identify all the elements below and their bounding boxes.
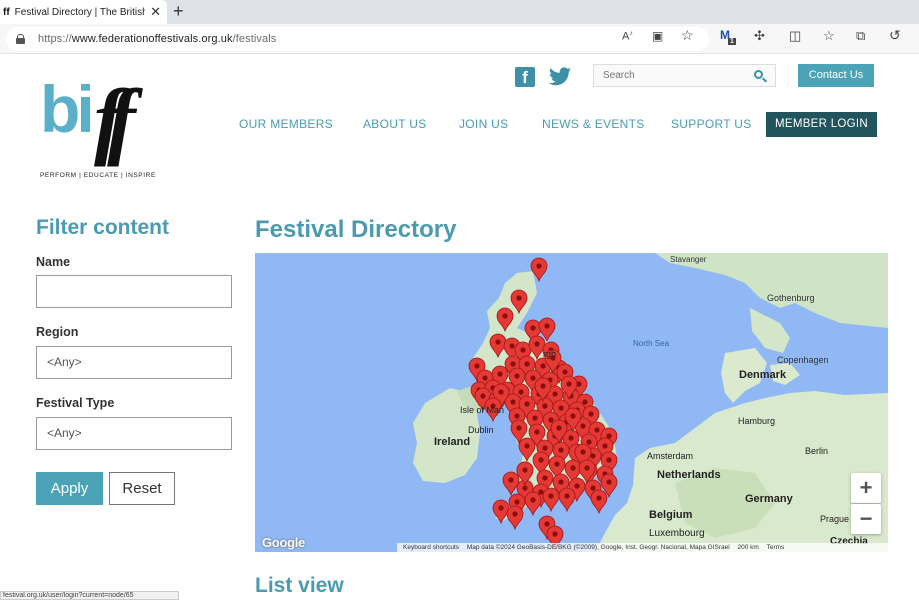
map-label-copenhagen: Copenhagen (777, 355, 829, 365)
nav-about-us[interactable]: ABOUT US (363, 117, 427, 131)
name-label: Name (36, 255, 71, 269)
site-favicon-icon: ff (3, 6, 10, 18)
read-aloud-icon[interactable]: A♪ (622, 30, 633, 43)
map-label-dublin: Dublin (468, 425, 494, 435)
nav-support-us[interactable]: SUPPORT US (671, 117, 752, 131)
address-bar[interactable]: https://www.federationoffestivals.org.uk… (6, 27, 709, 51)
festival-map-pin-icon[interactable] (518, 437, 536, 463)
festival-map-pin-icon[interactable] (502, 471, 520, 497)
apply-button[interactable]: Apply (36, 472, 103, 505)
festival-map-pin-icon[interactable] (506, 505, 524, 531)
festival-map-pin-icon[interactable] (590, 489, 608, 515)
festival-map-pin-icon[interactable] (516, 461, 534, 487)
map-label-north-sea: North Sea (633, 339, 670, 348)
nav-our-members[interactable]: OUR MEMBERS (239, 117, 333, 131)
map-label-luxembourg: Luxembourg (649, 528, 705, 539)
status-bar-url: festival.org.uk/user/login?current=node/… (0, 591, 179, 600)
close-tab-icon[interactable]: ✕ (150, 4, 161, 20)
lock-icon[interactable] (16, 34, 25, 44)
logo-bi-text: bi (40, 72, 95, 146)
map-label-berlin: Berlin (805, 446, 829, 456)
name-input[interactable] (36, 275, 232, 308)
google-logo[interactable]: Google (262, 535, 305, 550)
map-scale[interactable]: 200 km (738, 544, 759, 551)
list-view-heading: List view (255, 574, 344, 597)
browser-tab-bar: ff Festival Directory | The British and … (0, 0, 919, 24)
favorites-list-icon[interactable]: ☆ (823, 28, 835, 44)
festival-map-pin-icon[interactable] (524, 491, 542, 517)
browser-tab[interactable]: ff Festival Directory | The British and … (0, 0, 167, 24)
page-title: Festival Directory (255, 216, 457, 243)
zoom-out-button[interactable]: − (851, 504, 881, 534)
site-search (593, 64, 776, 87)
map-label-denmark: Denmark (739, 369, 787, 381)
history-icon[interactable]: ↺ (889, 27, 901, 44)
map-label-hamburg: Hamburg (738, 416, 776, 426)
new-tab-button[interactable]: + (173, 1, 184, 21)
extensions-puzzle-icon[interactable]: ✣ (754, 28, 765, 44)
region-label: Region (36, 325, 79, 339)
member-login-button[interactable]: MEMBER LOGIN (766, 112, 877, 137)
contact-us-button[interactable]: Contact Us (798, 64, 874, 87)
favorite-star-icon[interactable]: ☆ (681, 27, 694, 44)
map-label-belgium: Belgium (649, 509, 693, 521)
nav-join-us[interactable]: JOIN US (459, 117, 508, 131)
map-data-attribution: Map data ©2024 GeoBasis-DE/BKG (©2009), … (466, 544, 730, 551)
map-label-edinburgh-fragment: rgh (543, 349, 557, 359)
festival-map-pin-icon[interactable] (542, 487, 560, 513)
zoom-in-button[interactable]: + (851, 473, 881, 503)
search-input[interactable] (594, 65, 744, 86)
facebook-icon[interactable]: f (515, 67, 535, 87)
website: bi ff PERFORM | EDUCATE | INSPIRE f Cont… (0, 55, 919, 600)
collections-icon[interactable]: ⧉ (856, 28, 865, 44)
url-text[interactable]: https://www.federationoffestivals.org.uk… (38, 33, 276, 45)
map-terms-link[interactable]: Terms (767, 544, 785, 551)
map-label-amsterdam: Amsterdam (647, 451, 694, 461)
festival-map-pin-icon[interactable] (558, 487, 576, 513)
address-bar-row: https://www.federationoffestivals.org.uk… (0, 24, 919, 54)
festival-map-pin-icon[interactable] (510, 289, 528, 315)
map-label-stavanger: Stavanger (670, 255, 707, 264)
festival-map-pin-icon[interactable] (496, 307, 514, 333)
logo-tagline: PERFORM | EDUCATE | INSPIRE (40, 172, 156, 179)
nav-news-events[interactable]: NEWS & EVENTS (542, 117, 645, 131)
map-attribution-bar: Keyboard shortcuts Map data ©2024 GeoBas… (397, 543, 888, 552)
bfff-logo[interactable]: bi ff (40, 69, 160, 184)
map-label-isle-of-man: Isle of Man (460, 405, 505, 415)
festival-map-pin-icon[interactable] (489, 333, 507, 359)
keyboard-shortcuts-link[interactable]: Keyboard shortcuts (403, 544, 459, 551)
map-label-ireland: Ireland (434, 436, 471, 448)
malwarebytes-extension-icon[interactable]: M1 (720, 28, 736, 45)
split-screen-icon[interactable]: ◫ (789, 28, 801, 44)
logo-ff-text: ff (94, 71, 136, 167)
festival-map-pin-icon[interactable] (530, 257, 548, 283)
region-select[interactable]: <Any> (36, 346, 232, 379)
festival-map-pin-icon[interactable] (492, 499, 510, 525)
reset-button[interactable]: Reset (109, 472, 175, 505)
twitter-icon[interactable] (548, 67, 572, 87)
map-label-gothenburg: Gothenburg (767, 293, 815, 303)
map-label-germany: Germany (745, 493, 793, 505)
festival-type-label: Festival Type (36, 396, 115, 410)
festival-type-select[interactable]: <Any> (36, 417, 232, 450)
map-label-prague: Prague (820, 514, 850, 524)
festival-map[interactable]: Stavanger Gothenburg North Sea Copenhage… (255, 253, 888, 552)
app-available-icon[interactable]: ▣ (652, 29, 663, 43)
tab-title: Festival Directory | The British and (14, 6, 145, 18)
search-icon[interactable] (754, 70, 763, 79)
filter-heading: Filter content (36, 216, 170, 239)
map-label-netherlands: Netherlands (657, 469, 721, 481)
